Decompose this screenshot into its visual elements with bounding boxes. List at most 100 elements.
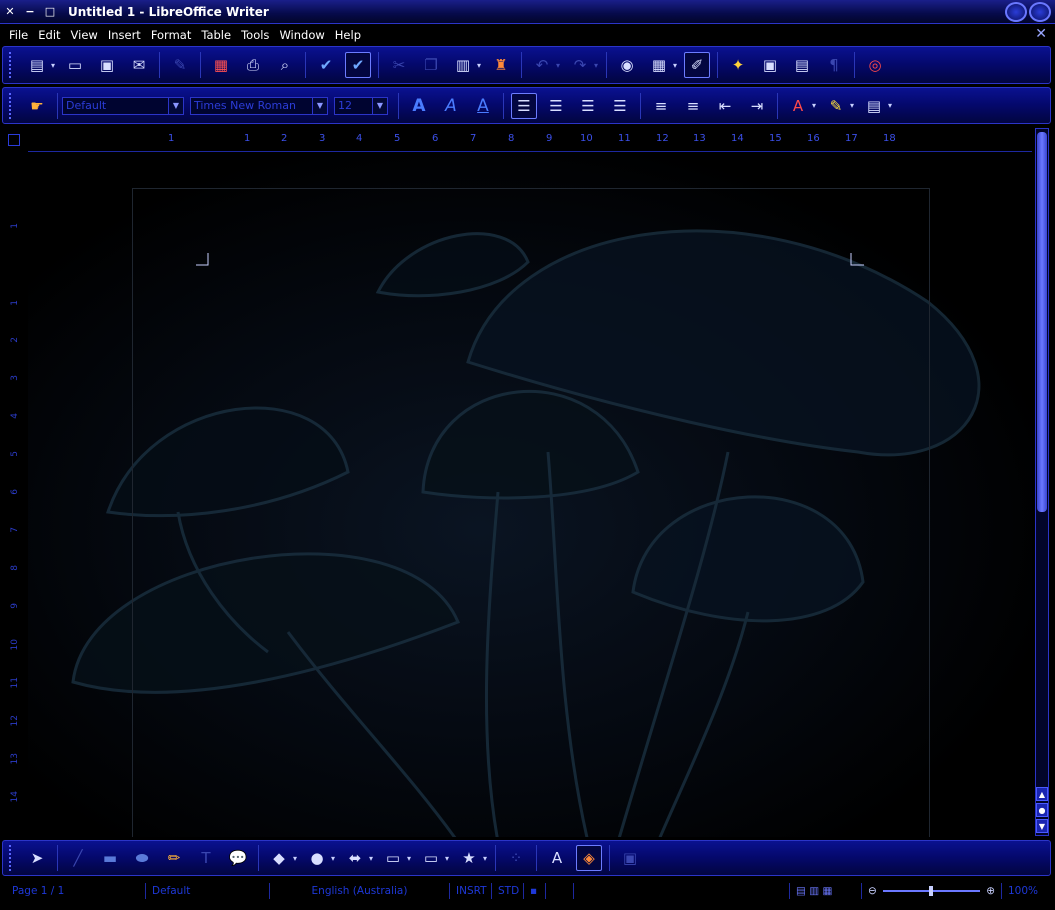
zoom-out-icon[interactable]: ⊖ [868, 885, 877, 897]
highlighting-dropdown-icon[interactable]: ▾ [850, 101, 858, 110]
close-document-icon[interactable]: ✕ [1035, 26, 1047, 42]
align-right-icon[interactable]: ☰ [575, 93, 601, 119]
align-left-icon[interactable]: ☰ [511, 92, 537, 119]
italic-icon[interactable]: A [438, 93, 464, 119]
new-document-icon[interactable]: ▤ [24, 52, 50, 78]
increase-indent-icon[interactable]: ⇥ [744, 93, 770, 119]
highlighting-icon[interactable]: ✎ [823, 93, 849, 119]
chevron-down-icon[interactable]: ▼ [372, 97, 387, 114]
nonprinting-characters-icon[interactable]: ▤ [789, 52, 815, 78]
menu-insert[interactable]: Insert [103, 28, 146, 42]
justify-icon[interactable]: ☰ [607, 93, 633, 119]
clone-format-icon[interactable]: ♜ [488, 52, 514, 78]
help-icon[interactable]: ◎ [862, 52, 888, 78]
background-color-icon[interactable]: ▤ [861, 93, 887, 119]
menu-edit[interactable]: Edit [33, 28, 65, 42]
scrollbar-thumb[interactable] [1037, 132, 1047, 512]
toolbar-grip[interactable] [9, 52, 15, 78]
print-preview-icon[interactable]: ⌕ [272, 52, 298, 78]
stars-dropdown-icon[interactable]: ▾ [483, 854, 491, 863]
align-center-icon[interactable]: ☰ [543, 93, 569, 119]
menu-format[interactable]: Format [146, 28, 197, 42]
formatting-marks-icon[interactable]: ¶ [821, 52, 847, 78]
copy-icon[interactable]: ❐ [418, 52, 444, 78]
previous-page-icon[interactable]: ▲ [1036, 787, 1048, 801]
flowchart-dropdown-icon[interactable]: ▾ [407, 854, 415, 863]
email-icon[interactable]: ✉ [126, 52, 152, 78]
minimize-window-button[interactable]: − [20, 2, 40, 22]
menu-window[interactable]: Window [274, 28, 329, 42]
text-icon[interactable]: T [193, 845, 219, 871]
zoom-in-icon[interactable]: ⊕ [986, 885, 995, 897]
callout-shapes-icon[interactable]: ▭ [418, 845, 444, 871]
view-layout-icons[interactable]: ▤ ▥ ▦ [790, 883, 862, 899]
flowchart-icon[interactable]: ▭ [380, 845, 406, 871]
table-icon[interactable]: ▦ [646, 52, 672, 78]
navigator-icon[interactable]: ◉ [614, 52, 640, 78]
paragraph-style-select[interactable]: Default ▼ [62, 96, 184, 115]
bullets-icon[interactable]: ≡ [680, 93, 706, 119]
language-indicator[interactable]: English (Australia) [270, 883, 450, 899]
cut-icon[interactable]: ✂ [386, 52, 412, 78]
symbol-shapes-icon[interactable]: ● [304, 845, 330, 871]
gallery-icon[interactable]: ✦ [725, 52, 751, 78]
maximize-window-button[interactable]: □ [40, 2, 60, 22]
page-indicator[interactable]: Page 1 / 1 [0, 883, 146, 899]
undo-icon[interactable]: ↶ [529, 52, 555, 78]
block-arrows-icon[interactable]: ⬌ [342, 845, 368, 871]
zoom-value[interactable]: 100% [1002, 883, 1044, 899]
stars-icon[interactable]: ★ [456, 845, 482, 871]
zoom-control[interactable]: ⊖ ⊕ [862, 883, 1002, 899]
freeform-line-icon[interactable]: ✏ [161, 845, 187, 871]
toolbar-grip[interactable] [9, 845, 15, 871]
navigation-icon[interactable]: ● [1036, 803, 1048, 817]
menu-view[interactable]: View [66, 28, 103, 42]
select-icon[interactable]: ➤ [24, 845, 50, 871]
digital-signature-icon[interactable] [546, 883, 574, 899]
export-pdf-icon[interactable]: ▦ [208, 52, 234, 78]
basic-shapes-icon[interactable]: ◆ [266, 845, 292, 871]
paste-dropdown-icon[interactable]: ▾ [477, 61, 485, 70]
edit-file-icon[interactable]: ✎ [167, 52, 193, 78]
points-icon[interactable]: ⁘ [503, 845, 529, 871]
undo-dropdown-icon[interactable]: ▾ [556, 61, 564, 70]
auto-spellcheck-icon[interactable]: ✔ [345, 52, 371, 78]
keep-above-icon[interactable] [1029, 2, 1051, 22]
spellcheck-icon[interactable]: ✔ [313, 52, 339, 78]
document-area[interactable] [28, 152, 1032, 837]
vertical-scrollbar[interactable]: ▲ ● ▼ [1035, 128, 1049, 836]
toolbar-grip[interactable] [9, 92, 15, 119]
data-sources-icon[interactable]: ▣ [757, 52, 783, 78]
close-window-button[interactable]: ✕ [0, 2, 20, 22]
callout-shapes-dropdown-icon[interactable]: ▾ [445, 854, 453, 863]
save-icon[interactable]: ▣ [94, 52, 120, 78]
page[interactable] [132, 188, 930, 837]
menu-tools[interactable]: Tools [236, 28, 274, 42]
selection-mode[interactable]: STD [492, 883, 524, 899]
font-name-select[interactable]: Times New Roman ▼ [190, 96, 328, 115]
print-icon[interactable]: ⎙ [240, 52, 266, 78]
numbering-icon[interactable]: ≡ [648, 93, 674, 119]
block-arrows-dropdown-icon[interactable]: ▾ [369, 854, 377, 863]
paste-icon[interactable]: ▥ [450, 52, 476, 78]
background-color-dropdown-icon[interactable]: ▾ [888, 101, 896, 110]
rectangle-icon[interactable]: ▬ [97, 845, 123, 871]
new-dropdown-icon[interactable]: ▾ [51, 61, 59, 70]
from-file-icon[interactable]: ◈ [576, 845, 602, 871]
redo-icon[interactable]: ↷ [567, 52, 593, 78]
font-size-select[interactable]: 12 ▼ [334, 96, 388, 115]
zoom-slider[interactable] [882, 886, 981, 896]
callouts-icon[interactable]: 💬 [225, 845, 251, 871]
insert-mode[interactable]: INSRT [450, 883, 492, 899]
menu-table[interactable]: Table [196, 28, 236, 42]
redo-dropdown-icon[interactable]: ▾ [594, 61, 602, 70]
symbol-shapes-dropdown-icon[interactable]: ▾ [331, 854, 339, 863]
next-page-icon[interactable]: ▼ [1036, 819, 1048, 833]
draw-functions-icon[interactable]: ✐ [684, 52, 710, 78]
chevron-down-icon[interactable]: ▼ [312, 97, 327, 114]
table-dropdown-icon[interactable]: ▾ [673, 61, 681, 70]
bold-icon[interactable]: A [406, 93, 432, 119]
vertical-ruler[interactable]: 1 1 2 3 4 5 6 7 8 9 10 11 12 13 14 [6, 155, 22, 835]
menu-file[interactable]: File [4, 28, 33, 42]
chevron-down-icon[interactable]: ▼ [168, 97, 183, 114]
